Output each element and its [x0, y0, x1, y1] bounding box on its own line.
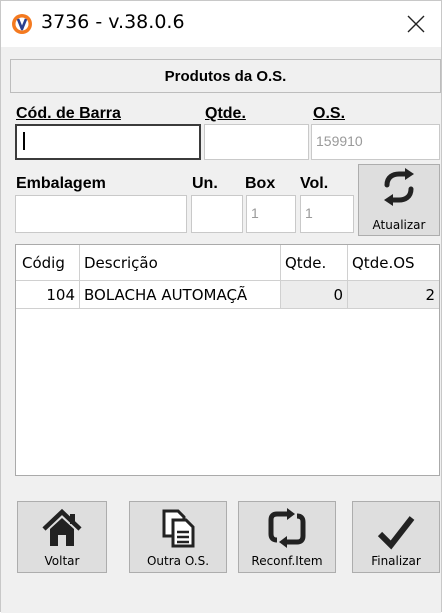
home-icon: [42, 508, 82, 546]
other-os-button[interactable]: Outra O.S.: [129, 501, 227, 573]
section-title: Produtos da O.S.: [10, 59, 441, 93]
other-os-label: Outra O.S.: [146, 554, 210, 568]
barcode-label: Cód. de Barra: [16, 105, 121, 122]
reconf-item-button[interactable]: Reconf.Item: [238, 501, 336, 573]
os-value: 159910: [316, 133, 363, 149]
os-input[interactable]: 159910: [311, 124, 440, 160]
table-row[interactable]: 104 BOLACHA AUTOMAÇÃ 0 2: [16, 281, 439, 309]
packaging-label: Embalagem: [16, 175, 106, 192]
refresh-button[interactable]: Atualizar: [358, 164, 440, 236]
sync-icon: [268, 508, 306, 548]
os-label: O.S.: [313, 105, 346, 122]
box-input[interactable]: 1: [246, 195, 296, 233]
qty-input[interactable]: [204, 124, 309, 160]
refresh-label: Atualizar: [372, 218, 426, 232]
finish-button[interactable]: Finalizar: [352, 501, 440, 573]
column-header-qty[interactable]: Qtde.: [281, 245, 348, 280]
checkmark-icon: [377, 516, 415, 550]
barcode-input[interactable]: [15, 124, 201, 160]
grid-header: Códig Descrição Qtde. Qtde.OS: [16, 245, 439, 281]
copy-documents-icon: [162, 509, 195, 548]
app-window: 3736 - v.38.0.6 Produtos da O.S. Cód. de…: [0, 0, 442, 613]
close-button[interactable]: [391, 1, 441, 47]
cell-qty: 0: [281, 281, 348, 308]
back-button[interactable]: Voltar: [17, 501, 107, 573]
app-logo-icon: [12, 14, 32, 34]
column-header-qty-os[interactable]: Qtde.OS: [348, 245, 439, 280]
column-header-description[interactable]: Descrição: [80, 245, 281, 280]
vol-input[interactable]: 1: [300, 195, 354, 233]
text-caret: [23, 132, 25, 150]
cell-qty-os: 2: [348, 281, 439, 308]
box-label: Box: [245, 175, 276, 192]
column-header-code[interactable]: Códig: [16, 245, 80, 280]
unit-label: Un.: [192, 175, 218, 192]
refresh-icon: [384, 168, 414, 206]
reconf-item-label: Reconf.Item: [251, 554, 323, 568]
unit-input[interactable]: [191, 195, 243, 233]
packaging-input[interactable]: [15, 195, 187, 233]
close-icon: [407, 15, 425, 33]
finish-label: Finalizar: [371, 554, 421, 568]
main-content: Produtos da O.S. Cód. de Barra Qtde. O.S…: [1, 47, 441, 613]
vol-label: Vol.: [300, 175, 329, 192]
cell-description: BOLACHA AUTOMAÇÃ: [80, 281, 281, 308]
cell-code: 104: [16, 281, 80, 308]
qty-label: Qtde.: [205, 105, 246, 122]
window-title: 3736 - v.38.0.6: [41, 11, 185, 33]
products-grid[interactable]: Códig Descrição Qtde. Qtde.OS 104 BOLACH…: [15, 244, 440, 476]
back-label: Voltar: [44, 554, 80, 568]
title-bar: 3736 - v.38.0.6: [1, 1, 441, 47]
box-value: 1: [251, 205, 259, 221]
vol-value: 1: [305, 205, 313, 221]
